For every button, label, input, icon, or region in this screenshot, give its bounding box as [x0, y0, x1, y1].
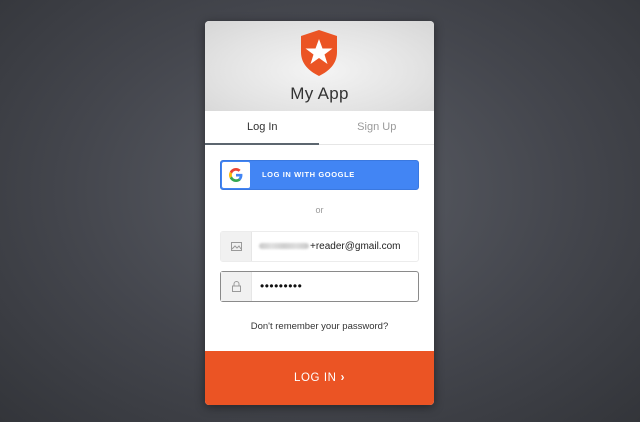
login-submit-button[interactable]: LOG IN › [205, 351, 434, 405]
auth-tabs: Log In Sign Up [205, 111, 434, 145]
google-icon-box [222, 162, 250, 188]
redacted-text [259, 243, 309, 250]
chevron-right-icon: › [340, 372, 346, 384]
email-value: +reader@gmail.com [259, 232, 400, 261]
tab-sign-up[interactable]: Sign Up [320, 111, 435, 144]
tab-log-in[interactable]: Log In [205, 111, 320, 144]
app-title: My App [290, 84, 349, 103]
submit-label: LOG IN [293, 372, 337, 384]
email-icon [221, 232, 252, 261]
forgot-password-link[interactable]: Don't remember your password? [205, 321, 434, 332]
email-field[interactable]: +reader@gmail.com [220, 231, 419, 262]
login-header: My App [205, 21, 434, 111]
active-tab-indicator [205, 143, 319, 145]
google-g-icon [229, 168, 243, 182]
login-card: My App Log In Sign Up LOG IN WITH GOOGLE… [205, 21, 434, 405]
lock-icon [221, 272, 252, 301]
auth0-logo-icon [301, 30, 337, 76]
password-field[interactable]: ••••••••• [220, 271, 419, 302]
or-divider: or [315, 205, 324, 215]
password-value: ••••••••• [260, 279, 303, 293]
google-login-button[interactable]: LOG IN WITH GOOGLE [220, 160, 419, 190]
google-button-label: LOG IN WITH GOOGLE [262, 170, 355, 179]
